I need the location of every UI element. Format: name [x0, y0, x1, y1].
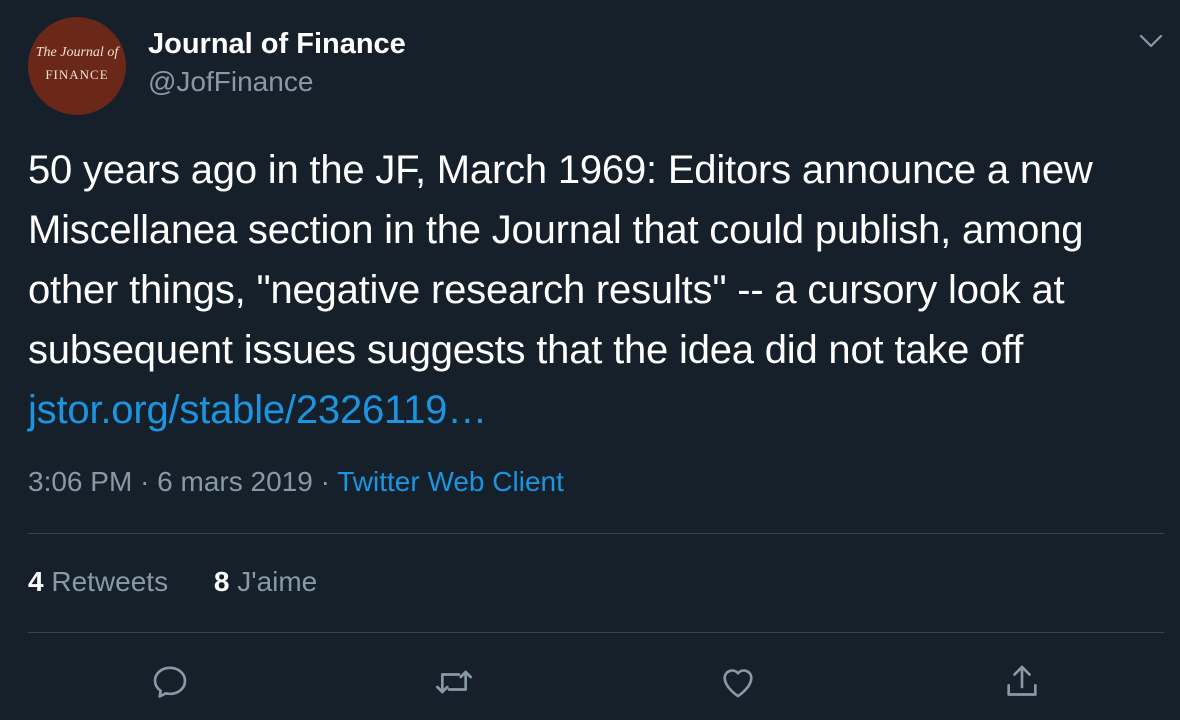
user-handle[interactable]: @JofFinance	[148, 66, 313, 98]
tweet-card: The Journal of FINANCE Journal of Financ…	[0, 0, 1180, 720]
avatar-logo-text-line1: The Journal of	[35, 45, 119, 60]
tweet-source-link[interactable]: Twitter Web Client	[337, 466, 564, 497]
retweet-icon	[436, 670, 472, 694]
retweet-button[interactable]	[432, 660, 476, 704]
display-name[interactable]: Journal of Finance	[148, 28, 406, 61]
tweet-meta: 3:06 PM · 6 mars 2019 · Twitter Web Clie…	[28, 466, 564, 498]
tweet-body: 50 years ago in the JF, March 1969: Edit…	[28, 148, 1093, 372]
reply-icon	[153, 666, 187, 698]
heart-icon	[723, 669, 753, 698]
divider	[28, 533, 1164, 534]
likes-stat[interactable]: 8 J'aime	[214, 566, 317, 598]
divider	[28, 632, 1164, 633]
chevron-down-icon[interactable]	[1136, 30, 1166, 52]
tweet-date[interactable]: 6 mars 2019	[157, 466, 313, 497]
retweets-stat[interactable]: 4 Retweets	[28, 566, 168, 598]
likes-count: 8	[213, 566, 230, 597]
tweet-stats: 4 Retweets 8 J'aime	[28, 566, 317, 598]
share-icon	[1007, 665, 1037, 696]
retweets-label: Retweets	[51, 566, 169, 597]
likes-label: J'aime	[237, 566, 318, 597]
reply-button[interactable]	[148, 660, 192, 704]
tweet-link[interactable]: jstor.org/stable/2326119…	[28, 388, 487, 432]
meta-separator: ·	[320, 466, 330, 497]
like-button[interactable]	[716, 660, 760, 704]
tweet-text: 50 years ago in the JF, March 1969: Edit…	[28, 140, 1173, 440]
meta-separator: ·	[140, 466, 150, 497]
avatar-logo-text-line2: FINANCE	[45, 67, 109, 82]
tweet-time[interactable]: 3:06 PM	[28, 466, 132, 497]
share-button[interactable]	[1000, 660, 1044, 704]
retweets-count: 4	[28, 566, 44, 597]
avatar[interactable]: The Journal of FINANCE	[28, 17, 126, 115]
